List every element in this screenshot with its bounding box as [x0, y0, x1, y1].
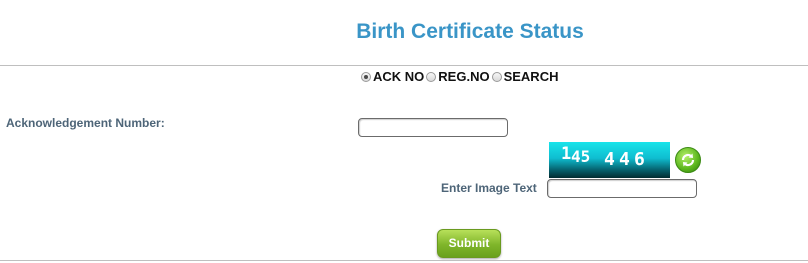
radio-search-label: SEARCH	[503, 69, 559, 84]
radio-search[interactable]: SEARCH	[491, 69, 559, 84]
ack-number-label: Acknowledgement Number:	[6, 116, 165, 130]
radio-search-button[interactable]	[491, 71, 502, 82]
ack-number-input[interactable]	[358, 118, 508, 137]
radio-reg-no-label: REG.NO	[438, 69, 490, 84]
radio-reg-no[interactable]: REG.NO	[426, 69, 490, 84]
search-type-group: ACK NO REG.NO SEARCH	[361, 69, 560, 84]
captcha-char: 4	[619, 149, 630, 170]
divider-top	[0, 65, 808, 66]
captcha-char: 1	[561, 144, 572, 164]
image-text-label: Enter Image Text	[441, 181, 537, 195]
captcha-char: 6	[634, 149, 645, 170]
radio-reg-no-button[interactable]	[426, 71, 437, 82]
radio-ack-no-label: ACK NO	[373, 69, 425, 84]
radio-ack-no[interactable]: ACK NO	[361, 69, 424, 84]
page-title: Birth Certificate Status	[356, 20, 584, 43]
radio-ack-no-button[interactable]	[361, 71, 371, 82]
captcha-image: 1 45 4 4 6	[549, 142, 670, 178]
captcha-char: 45	[571, 147, 591, 166]
image-text-input[interactable]	[547, 179, 697, 198]
captcha-char: 4	[604, 149, 615, 170]
submit-button[interactable]: Submit	[437, 229, 501, 258]
refresh-icon[interactable]	[675, 147, 701, 173]
divider-bottom	[0, 260, 808, 261]
